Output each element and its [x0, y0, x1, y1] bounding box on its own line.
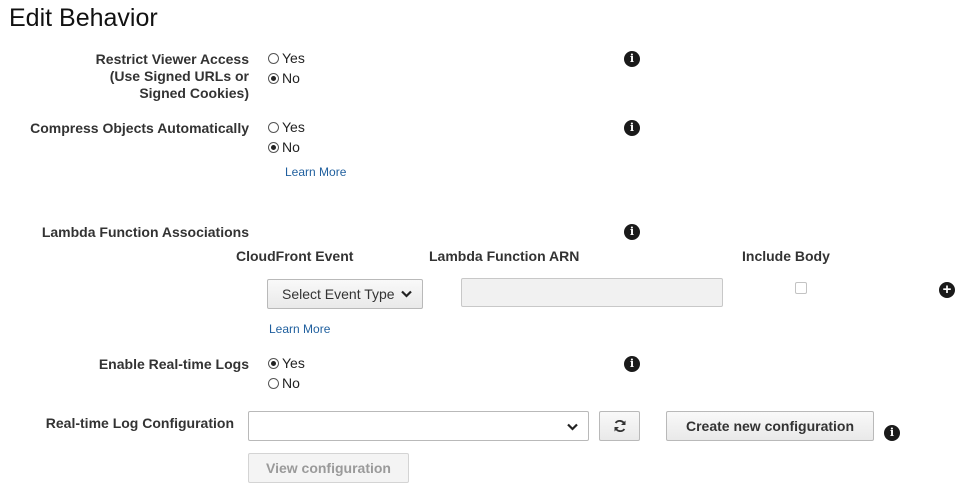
include-body-checkbox[interactable]	[795, 282, 807, 294]
label-line: Restrict Viewer Access	[95, 51, 249, 67]
refresh-button[interactable]	[599, 411, 640, 441]
page-title: Edit Behavior	[9, 4, 158, 32]
radio-button[interactable]	[268, 52, 279, 64]
restrict-viewer-access-no[interactable]: No	[268, 69, 300, 87]
radio-button[interactable]	[268, 121, 279, 133]
plus-circle-icon[interactable]: +	[939, 282, 955, 298]
create-configuration-button[interactable]: Create new configuration	[666, 411, 874, 441]
radio-button[interactable]	[268, 377, 279, 389]
info-icon[interactable]: i	[624, 51, 640, 67]
lambda-learn-more-link[interactable]: Learn More	[269, 322, 330, 336]
compress-objects-label: Compress Objects Automatically	[30, 120, 249, 136]
label-line: (Use Signed URLs or	[109, 68, 249, 84]
radio-button[interactable]	[268, 357, 279, 369]
info-icon[interactable]: i	[884, 425, 900, 441]
restrict-viewer-access-yes[interactable]: Yes	[268, 49, 305, 67]
chevron-down-icon	[401, 290, 412, 298]
realtime-logs-yes[interactable]: Yes	[268, 354, 305, 372]
radio-label: No	[282, 375, 300, 391]
lambda-arn-input[interactable]	[461, 278, 723, 307]
radio-button[interactable]	[268, 72, 279, 84]
radio-label: Yes	[282, 119, 305, 135]
include-body-header: Include Body	[742, 248, 830, 264]
radio-label: Yes	[282, 355, 305, 371]
lambda-associations-label: Lambda Function Associations	[41, 224, 249, 240]
realtime-logs-no[interactable]: No	[268, 374, 300, 392]
realtime-logs-label: Enable Real-time Logs	[98, 356, 249, 372]
info-icon[interactable]: i	[624, 356, 640, 372]
label-line: Signed Cookies)	[139, 85, 249, 101]
chevron-down-icon	[567, 423, 578, 431]
info-icon[interactable]: i	[624, 224, 640, 240]
view-configuration-button: View configuration	[248, 453, 409, 483]
lambda-arn-header: Lambda Function ARN	[429, 248, 580, 264]
compress-objects-no[interactable]: No	[268, 138, 300, 156]
radio-label: No	[282, 139, 300, 155]
restrict-viewer-access-label: Restrict Viewer Access (Use Signed URLs …	[60, 51, 249, 102]
realtime-config-label: Real-time Log Configuration	[45, 415, 234, 431]
cloudfront-event-header: CloudFront Event	[236, 248, 354, 264]
realtime-config-select[interactable]	[248, 411, 589, 441]
select-value: Select Event Type	[282, 286, 395, 302]
info-icon[interactable]: i	[624, 120, 640, 136]
radio-label: Yes	[282, 50, 305, 66]
refresh-icon	[613, 419, 627, 433]
compress-objects-yes[interactable]: Yes	[268, 118, 305, 136]
compress-learn-more-link[interactable]: Learn More	[285, 165, 346, 179]
radio-label: No	[282, 70, 300, 86]
event-type-select[interactable]: Select Event Type	[267, 279, 423, 309]
radio-button[interactable]	[268, 141, 279, 153]
